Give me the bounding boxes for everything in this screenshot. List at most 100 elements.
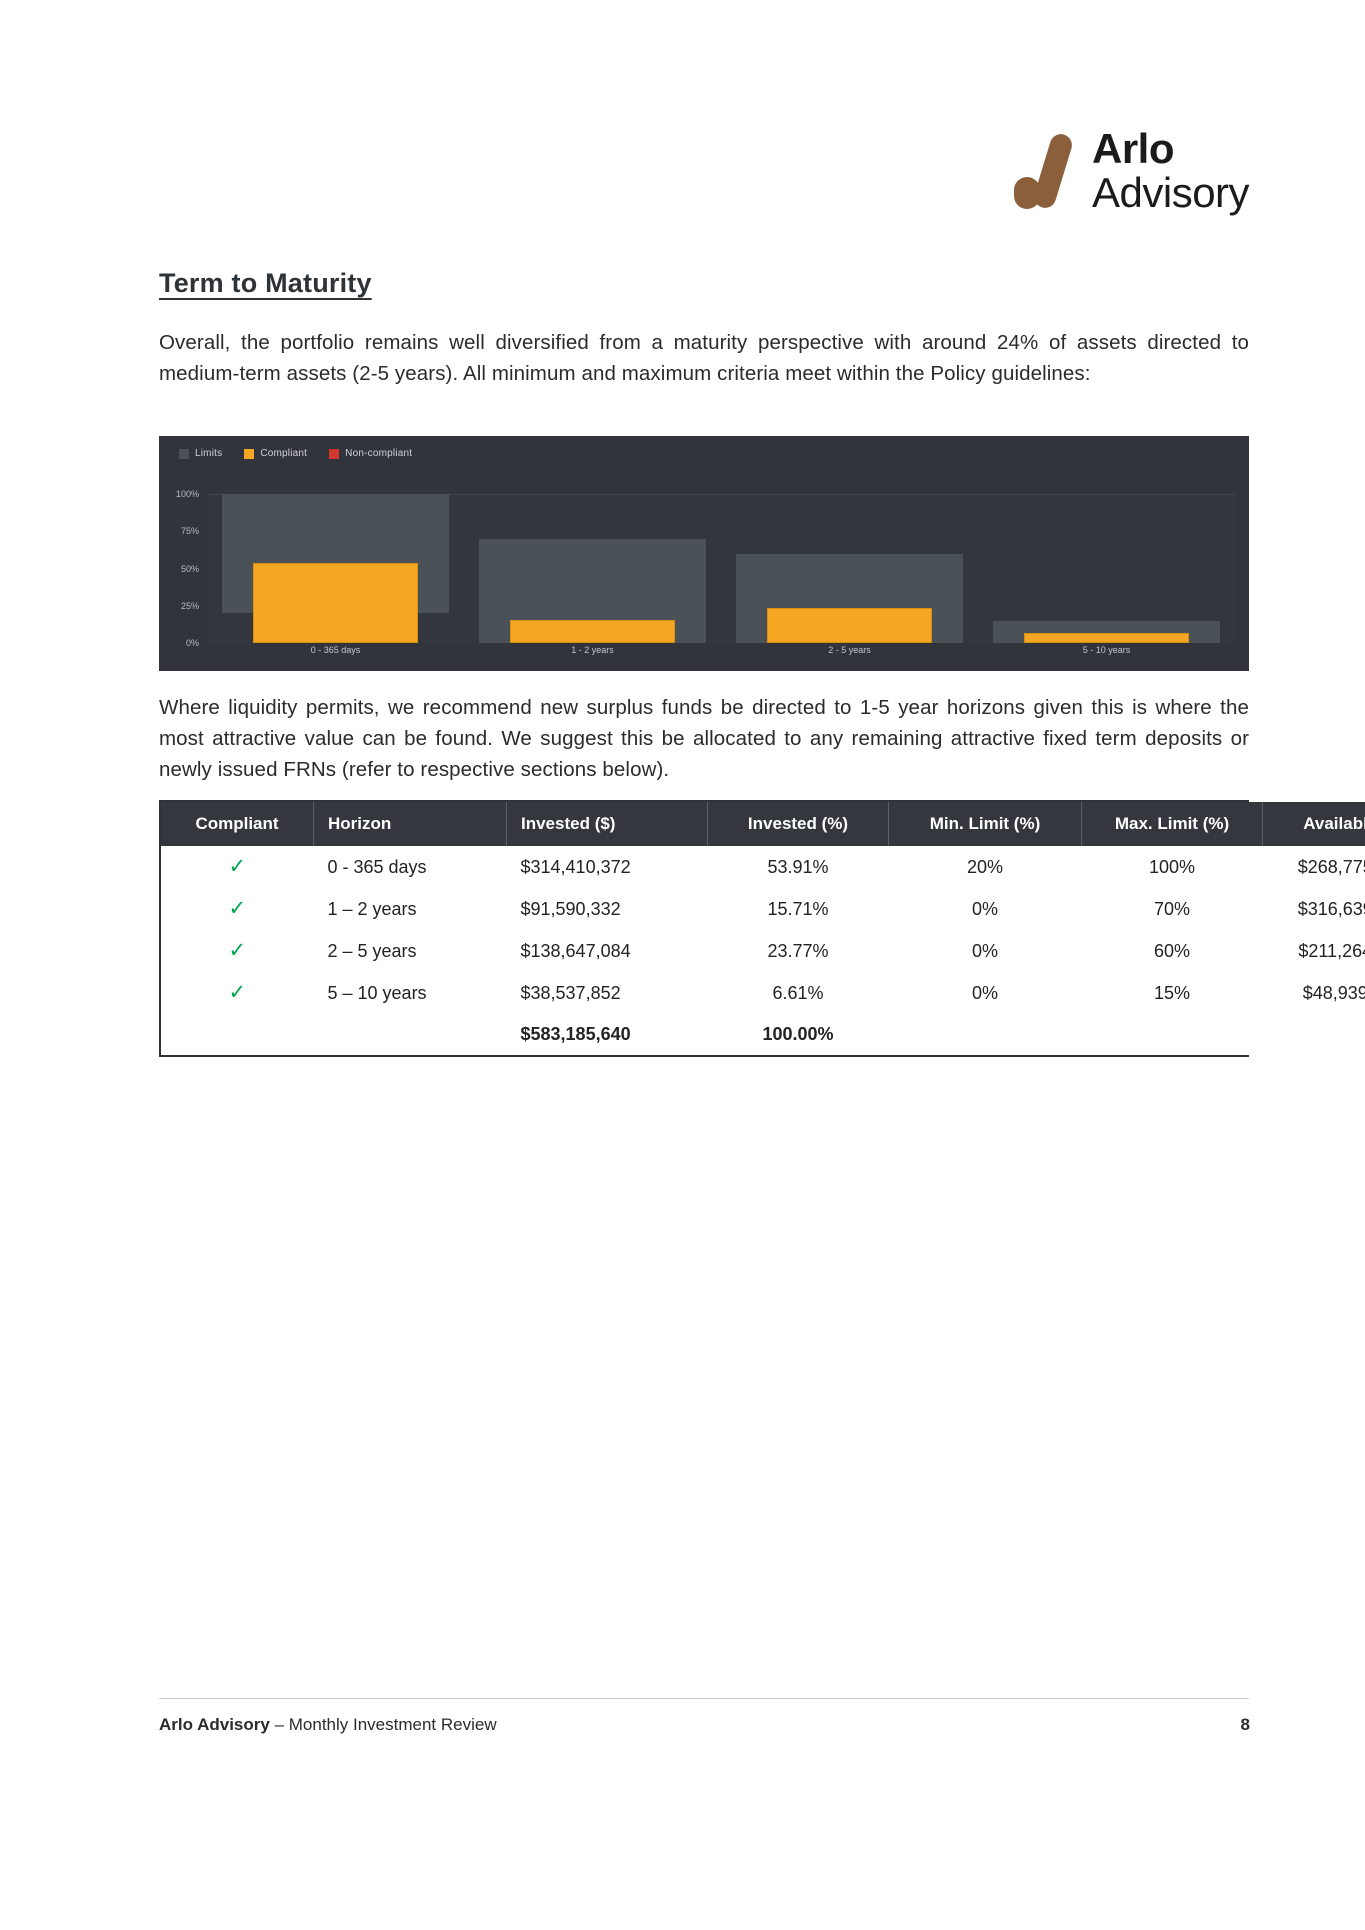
chart-value-bar xyxy=(1024,633,1189,643)
cell-invested-percent: 15.71% xyxy=(707,888,889,930)
intro-paragraph: Overall, the portfolio remains well dive… xyxy=(159,331,1249,385)
total-blank-max xyxy=(1081,1014,1263,1055)
chart-bar-group xyxy=(207,494,464,643)
cell-max-limit: 60% xyxy=(1081,930,1263,972)
cell-available: $268,775,268 xyxy=(1262,846,1365,888)
total-invested-dollars: $583,185,640 xyxy=(506,1014,708,1055)
cell-invested-percent: 6.61% xyxy=(707,972,889,1014)
maturity-table-container: Compliant Horizon Invested ($) Invested … xyxy=(159,800,1365,1057)
legend-swatch-non-compliant xyxy=(329,448,340,459)
check-icon: ✓ xyxy=(228,897,247,920)
chart-value-bar xyxy=(767,607,932,643)
cell-max-limit: 70% xyxy=(1081,888,1263,930)
total-blank-compliant xyxy=(161,1014,314,1055)
column-header-available: Available ($) xyxy=(1262,802,1365,846)
legend-item-non-compliant: Non-compliant xyxy=(329,448,412,459)
total-blank-horizon xyxy=(313,1014,507,1055)
table-body: ✓ 0 - 365 days $314,410,372 53.91% 20% 100% $2… xyxy=(161,846,1365,1055)
chart-bars xyxy=(207,494,1235,643)
column-header-invested-percent: Invested (%) xyxy=(707,802,889,846)
brand-logo-line1: Arlo xyxy=(1092,125,1175,172)
column-header-min-limit: Min. Limit (%) xyxy=(888,802,1082,846)
chart-bar-group xyxy=(464,494,721,643)
column-header-max-limit: Max. Limit (%) xyxy=(1081,802,1263,846)
maturity-table: Compliant Horizon Invested ($) Invested … xyxy=(161,802,1365,1055)
footer-brand: Arlo Advisory xyxy=(159,1715,270,1734)
y-axis-tick: 50% xyxy=(180,563,199,574)
cell-invested-percent: 53.91% xyxy=(707,846,889,888)
table-row: ✓ 1 – 2 years $91,590,332 15.71% 0% 70% $316,6… xyxy=(161,888,1365,930)
term-to-maturity-chart: Limits Compliant Non-compliant 100% 75% 50… xyxy=(159,436,1249,671)
chart-legend: Limits Compliant Non-compliant xyxy=(179,448,412,459)
column-header-compliant: Compliant xyxy=(161,802,314,846)
cell-invested-dollars: $91,590,332 xyxy=(506,888,708,930)
cell-min-limit: 0% xyxy=(888,930,1082,972)
check-icon: ✓ xyxy=(228,855,247,878)
x-axis-label: 1 - 2 years xyxy=(571,645,614,655)
y-axis-tick: 75% xyxy=(180,526,199,537)
chart-bar-group xyxy=(721,494,978,643)
column-header-horizon: Horizon xyxy=(313,802,507,846)
cell-invested-dollars: $138,647,084 xyxy=(506,930,708,972)
check-icon: ✓ xyxy=(228,981,247,1004)
cell-horizon: 0 - 365 days xyxy=(313,846,507,888)
brand-logo-line2: Advisory xyxy=(1092,169,1250,216)
arlo-a-mark-icon xyxy=(1014,134,1072,209)
table-row: ✓ 2 – 5 years $138,647,084 23.77% 0% 60% $211,… xyxy=(161,930,1365,972)
y-axis-tick: 25% xyxy=(180,600,199,611)
table-total-row: $583,185,640 100.00% xyxy=(161,1014,1365,1055)
page-number: 8 xyxy=(1240,1715,1250,1734)
cell-available: $48,939,994 xyxy=(1262,972,1365,1014)
cell-compliant: ✓ xyxy=(161,930,314,972)
brand-wordmark: Arlo Advisory xyxy=(1092,125,1250,216)
total-invested-percent: 100.00% xyxy=(707,1014,889,1055)
cell-max-limit: 15% xyxy=(1081,972,1263,1014)
cell-invested-percent: 23.77% xyxy=(707,930,889,972)
check-icon: ✓ xyxy=(228,939,247,962)
chart-value-bar xyxy=(510,619,675,643)
legend-swatch-compliant xyxy=(244,448,255,459)
cell-min-limit: 20% xyxy=(888,846,1082,888)
x-axis-label: 5 - 10 years xyxy=(1082,645,1131,655)
chart-x-axis: 0 - 365 days 1 - 2 years 2 - 5 years 5 - 10… xyxy=(207,645,1235,665)
document-page: Arlo Advisory Term to Maturity Overall, … xyxy=(0,0,1365,1930)
cell-horizon: 2 – 5 years xyxy=(313,930,507,972)
table-header: Compliant Horizon Invested ($) Invested … xyxy=(161,802,1365,846)
brand-logo: Arlo Advisory xyxy=(1012,128,1250,214)
legend-item-limits: Limits xyxy=(179,448,222,459)
chart-value-bar xyxy=(253,562,418,643)
cell-max-limit: 100% xyxy=(1081,846,1263,888)
table-row: ✓ 0 - 365 days $314,410,372 53.91% 20% 100% $2… xyxy=(161,846,1365,888)
cell-compliant: ✓ xyxy=(161,888,314,930)
footer-document: Monthly Investment Review xyxy=(288,1715,497,1734)
cell-available: $316,639,616 xyxy=(1262,888,1365,930)
legend-label-compliant: Compliant xyxy=(260,448,308,459)
page-title: Term to Maturity xyxy=(159,268,372,298)
cell-invested-dollars: $38,537,852 xyxy=(506,972,708,1014)
chart-bar-group xyxy=(978,494,1235,643)
x-axis-label: 0 - 365 days xyxy=(310,645,361,655)
cell-available: $211,264,300 xyxy=(1262,930,1365,972)
x-axis-label: 2 - 5 years xyxy=(828,645,871,655)
table-header-row: Compliant Horizon Invested ($) Invested … xyxy=(161,802,1365,846)
legend-label-limits: Limits xyxy=(195,448,223,459)
recommendation-paragraph: Where liquidity permits, we recommend ne… xyxy=(159,696,1249,781)
chart-plot-area xyxy=(207,494,1235,643)
cell-horizon: 5 – 10 years xyxy=(313,972,507,1014)
cell-min-limit: 0% xyxy=(888,972,1082,1014)
cell-horizon: 1 – 2 years xyxy=(313,888,507,930)
cell-invested-dollars: $314,410,372 xyxy=(506,846,708,888)
footer-text: Arlo Advisory – Monthly Investment Revie… xyxy=(159,1715,497,1735)
total-blank-available xyxy=(1262,1014,1365,1055)
table-row: ✓ 5 – 10 years $38,537,852 6.61% 0% 15% $48,93… xyxy=(161,972,1365,1014)
cell-compliant: ✓ xyxy=(161,846,314,888)
column-header-invested-dollars: Invested ($) xyxy=(506,802,708,846)
cell-min-limit: 0% xyxy=(888,888,1082,930)
y-axis-tick: 0% xyxy=(185,638,199,648)
footer-divider xyxy=(159,1698,1249,1699)
y-axis-tick: 100% xyxy=(175,489,199,499)
legend-label-non-compliant: Non-compliant xyxy=(345,448,413,459)
cell-compliant: ✓ xyxy=(161,972,314,1014)
chart-y-axis: 100% 75% 50% 25% 0% xyxy=(159,489,205,648)
legend-swatch-limits xyxy=(179,448,189,459)
